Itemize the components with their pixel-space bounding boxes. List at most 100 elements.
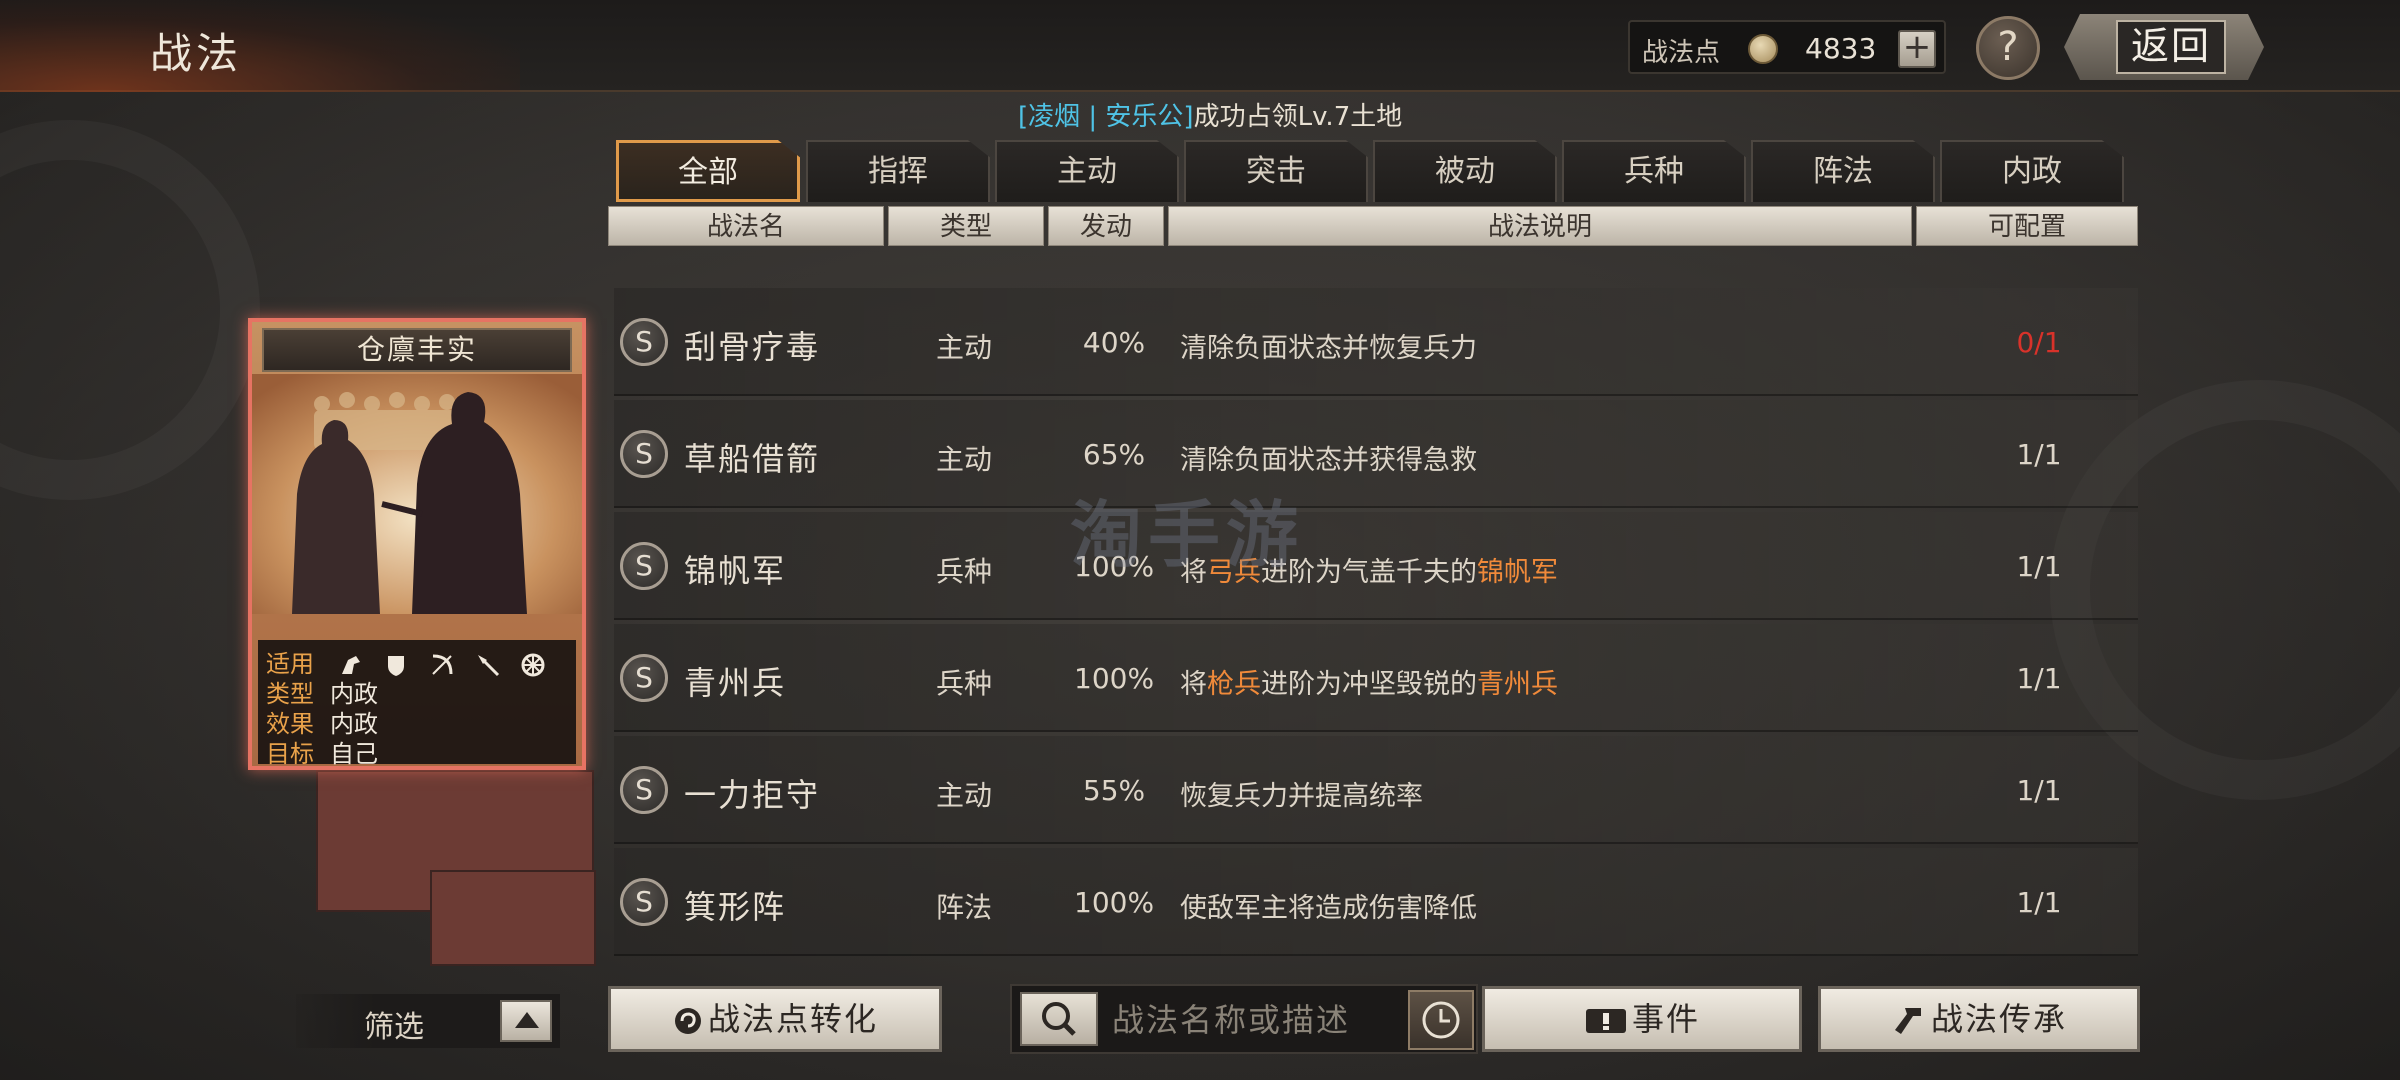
- tactic-rate: 65%: [1082, 438, 1146, 471]
- tactic-config-count: 1/1: [2016, 550, 2062, 583]
- tactic-row[interactable]: S 草船借箭 主动 65% 清除负面状态并获得急救 1/1: [614, 400, 2138, 508]
- card-title: 仓廪丰实: [262, 328, 572, 372]
- tactic-config-count: 1/1: [2016, 774, 2062, 807]
- tactic-inherit-label: 战法传承: [1930, 1000, 2067, 1038]
- tactic-points-label: 战法点: [1642, 38, 1721, 68]
- notice-player: [凌烟 | 安乐公]: [1018, 102, 1194, 132]
- back-button-label: 返回: [2116, 20, 2226, 74]
- column-header-name[interactable]: 战法名: [608, 206, 884, 246]
- tactic-type: 主动: [936, 779, 993, 812]
- title-glow: [0, 0, 520, 92]
- column-header-type[interactable]: 类型: [888, 206, 1044, 246]
- tactic-points-value: 4833: [1805, 32, 1877, 65]
- watermark: 淘手游: [1070, 493, 1305, 577]
- tactic-config-count: 1/1: [2016, 662, 2062, 695]
- grade-badge: S: [620, 654, 668, 702]
- events-label: 事件: [1631, 1000, 1700, 1038]
- tactic-row[interactable]: S 青州兵 兵种 100% 将枪兵进阶为冲坚毁锐的青州兵 1/1: [614, 624, 2138, 732]
- column-header-trigger[interactable]: 发动: [1048, 206, 1164, 246]
- tactic-row[interactable]: S 刮骨疗毒 主动 40% 清除负面状态并恢复兵力 0/1: [614, 288, 2138, 396]
- bow-icon: [432, 654, 453, 675]
- card-target-row: 目标 自己: [266, 734, 378, 766]
- tactic-points-box: 战法点 4833 +: [1628, 20, 1946, 74]
- target-label: 目标: [266, 740, 314, 768]
- grade-badge: S: [620, 430, 668, 478]
- search-icon: [1042, 1002, 1076, 1036]
- hammer-icon: [1894, 1008, 1921, 1034]
- tab-troop-type[interactable]: 兵种: [1562, 140, 1746, 202]
- tactic-name: 刮骨疗毒: [684, 328, 821, 366]
- back-button[interactable]: 返回: [2064, 14, 2264, 80]
- tactic-row[interactable]: S 一力拒守 主动 55% 恢复兵力并提高统率 1/1: [614, 736, 2138, 844]
- tactic-name: 一力拒守: [684, 776, 821, 814]
- tab-formation[interactable]: 阵法: [1751, 140, 1935, 202]
- grade-badge: S: [620, 318, 668, 366]
- notice-text: 成功占领Lv.7土地: [1193, 102, 1403, 132]
- tactic-description: 恢复兵力并提高统率: [1180, 781, 1423, 812]
- tactic-description: 使敌军主将造成伤害降低: [1180, 893, 1477, 924]
- tactic-config-count: 1/1: [2016, 438, 2062, 471]
- search-button[interactable]: [1020, 992, 1098, 1046]
- tactic-row[interactable]: S 锦帆军 兵种 100% 将弓兵进阶为气盖千夫的锦帆军 1/1: [614, 512, 2138, 620]
- tab-all[interactable]: 全部: [616, 140, 800, 202]
- tactic-type: 兵种: [936, 667, 993, 700]
- grade-badge: S: [620, 542, 668, 590]
- tactic-name: 箕形阵: [684, 888, 787, 926]
- tactic-type: 主动: [936, 331, 993, 364]
- card-artwork: [252, 374, 582, 614]
- help-button[interactable]: ?: [1976, 16, 2040, 80]
- card-info-panel: 适用 类型 内政 效果 内政 目标 自己: [258, 640, 576, 766]
- convert-points-button[interactable]: 战法点转化: [608, 986, 942, 1052]
- search-input[interactable]: [1112, 994, 1412, 1046]
- desc-text: 将: [1180, 669, 1207, 700]
- desc-highlight: 锦帆军: [1477, 557, 1558, 588]
- tactic-list[interactable]: S 刮骨疗毒 主动 40% 清除负面状态并恢复兵力 0/1 S 草船借箭 主动 …: [614, 248, 2138, 966]
- tab-passive[interactable]: 被动: [1373, 140, 1557, 202]
- tab-active[interactable]: 主动: [995, 140, 1179, 202]
- tactic-description: 清除负面状态并恢复兵力: [1180, 333, 1477, 364]
- tactic-type: 兵种: [936, 555, 993, 588]
- selected-tactic-card[interactable]: 仓廪丰实 适用 类型 内政 效果 内政 目标 自己: [248, 318, 586, 770]
- tab-command[interactable]: 指挥: [806, 140, 990, 202]
- tactic-rate: 55%: [1082, 774, 1146, 807]
- events-button[interactable]: 事件: [1482, 986, 1802, 1052]
- tactic-name: 锦帆军: [684, 552, 787, 590]
- tactic-rate: 40%: [1082, 326, 1146, 359]
- tactic-name: 青州兵: [684, 664, 787, 702]
- add-points-button[interactable]: +: [1898, 30, 1936, 68]
- column-header-description: 战法说明: [1168, 206, 1912, 246]
- tactic-config-count: 0/1: [2016, 326, 2062, 359]
- target-value: 自己: [330, 740, 378, 768]
- spear-icon: [477, 655, 499, 677]
- tactic-config-count: 1/1: [2016, 886, 2062, 919]
- wheel-icon: [521, 653, 545, 677]
- card-back-3[interactable]: [430, 870, 596, 966]
- tactic-point-coin-icon: [1748, 34, 1778, 64]
- grade-badge: S: [620, 878, 668, 926]
- swirl-icon: [674, 1008, 701, 1034]
- top-bar: 战法 战法点 4833 + ? 返回: [0, 0, 2400, 92]
- tab-assault[interactable]: 突击: [1184, 140, 1368, 202]
- grade-badge: S: [620, 766, 668, 814]
- history-button[interactable]: [1408, 990, 1474, 1050]
- shield-icon: [388, 656, 405, 676]
- tab-internal-affairs[interactable]: 内政: [1940, 140, 2124, 202]
- filter-control[interactable]: 筛选: [296, 994, 560, 1048]
- filter-toggle-up-icon[interactable]: [500, 1000, 552, 1042]
- desc-highlight: 枪兵: [1207, 669, 1261, 700]
- event-alert-icon: [1585, 1009, 1626, 1033]
- convert-points-label: 战法点转化: [707, 1000, 878, 1038]
- card-effect-row: 效果 内政: [266, 704, 378, 738]
- broadcast-notice: [凌烟 | 安乐公]成功占领Lv.7土地: [1018, 96, 1402, 133]
- desc-text: 进阶为冲坚毁锐的: [1261, 669, 1477, 700]
- desc-highlight: 青州兵: [1477, 669, 1558, 700]
- column-header-configurable[interactable]: 可配置: [1916, 206, 2138, 246]
- filter-label: 筛选: [364, 1010, 424, 1045]
- tactic-rate: 100%: [1074, 886, 1155, 919]
- clock-icon: [1422, 1001, 1460, 1039]
- tactic-description: 清除负面状态并获得急救: [1180, 445, 1477, 476]
- tactic-type: 阵法: [936, 891, 993, 924]
- tactic-row[interactable]: S 箕形阵 阵法 100% 使敌军主将造成伤害降低 1/1: [614, 848, 2138, 956]
- card-type-row: 类型 内政: [266, 674, 378, 708]
- tactic-inherit-button[interactable]: 战法传承: [1818, 986, 2140, 1052]
